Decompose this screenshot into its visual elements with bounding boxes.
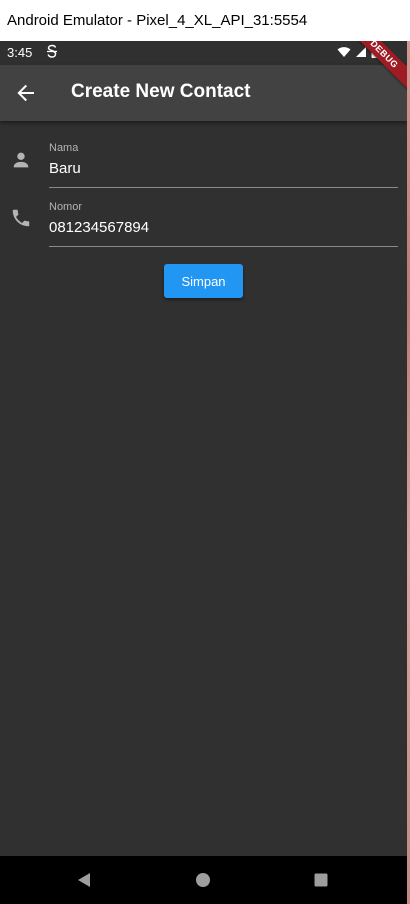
phone-underline [49, 246, 398, 247]
save-button[interactable]: Simpan [164, 264, 243, 298]
status-time: 3:45 [7, 45, 33, 60]
name-underline [49, 187, 398, 188]
wifi-icon [337, 46, 351, 57]
signal-icon [356, 46, 366, 57]
nav-back-button[interactable] [74, 870, 94, 890]
nav-home-button[interactable] [193, 870, 213, 890]
person-icon [13, 152, 29, 168]
arrow-left-icon [17, 84, 34, 102]
nav-recents-button[interactable] [311, 870, 331, 890]
status-bar: 3:45 [0, 41, 407, 65]
back-button[interactable] [10, 77, 42, 109]
back-triangle-icon [78, 873, 90, 887]
window-title: Android Emulator - Pixel_4_XL_API_31:555… [0, 0, 410, 41]
app-bar: Create New Contact [0, 65, 407, 121]
phone-label: Nomor [49, 201, 83, 213]
home-circle-icon [196, 873, 210, 887]
name-input[interactable] [49, 158, 398, 178]
phone-input[interactable] [49, 217, 398, 237]
name-field: Nama [0, 139, 407, 197]
phone-field: Nomor [0, 198, 407, 256]
system-nav-bar [0, 856, 407, 904]
emulator-window: Android Emulator - Pixel_4_XL_API_31:555… [0, 0, 410, 904]
phone-icon [12, 209, 30, 227]
recents-square-icon [314, 873, 328, 887]
device-screen: 3:45 Create New Contact DEBUG Nama Baru … [0, 41, 407, 904]
notification-s-icon [47, 44, 57, 58]
page-title: Create New Contact [71, 81, 251, 102]
name-label: Nama [49, 142, 79, 154]
